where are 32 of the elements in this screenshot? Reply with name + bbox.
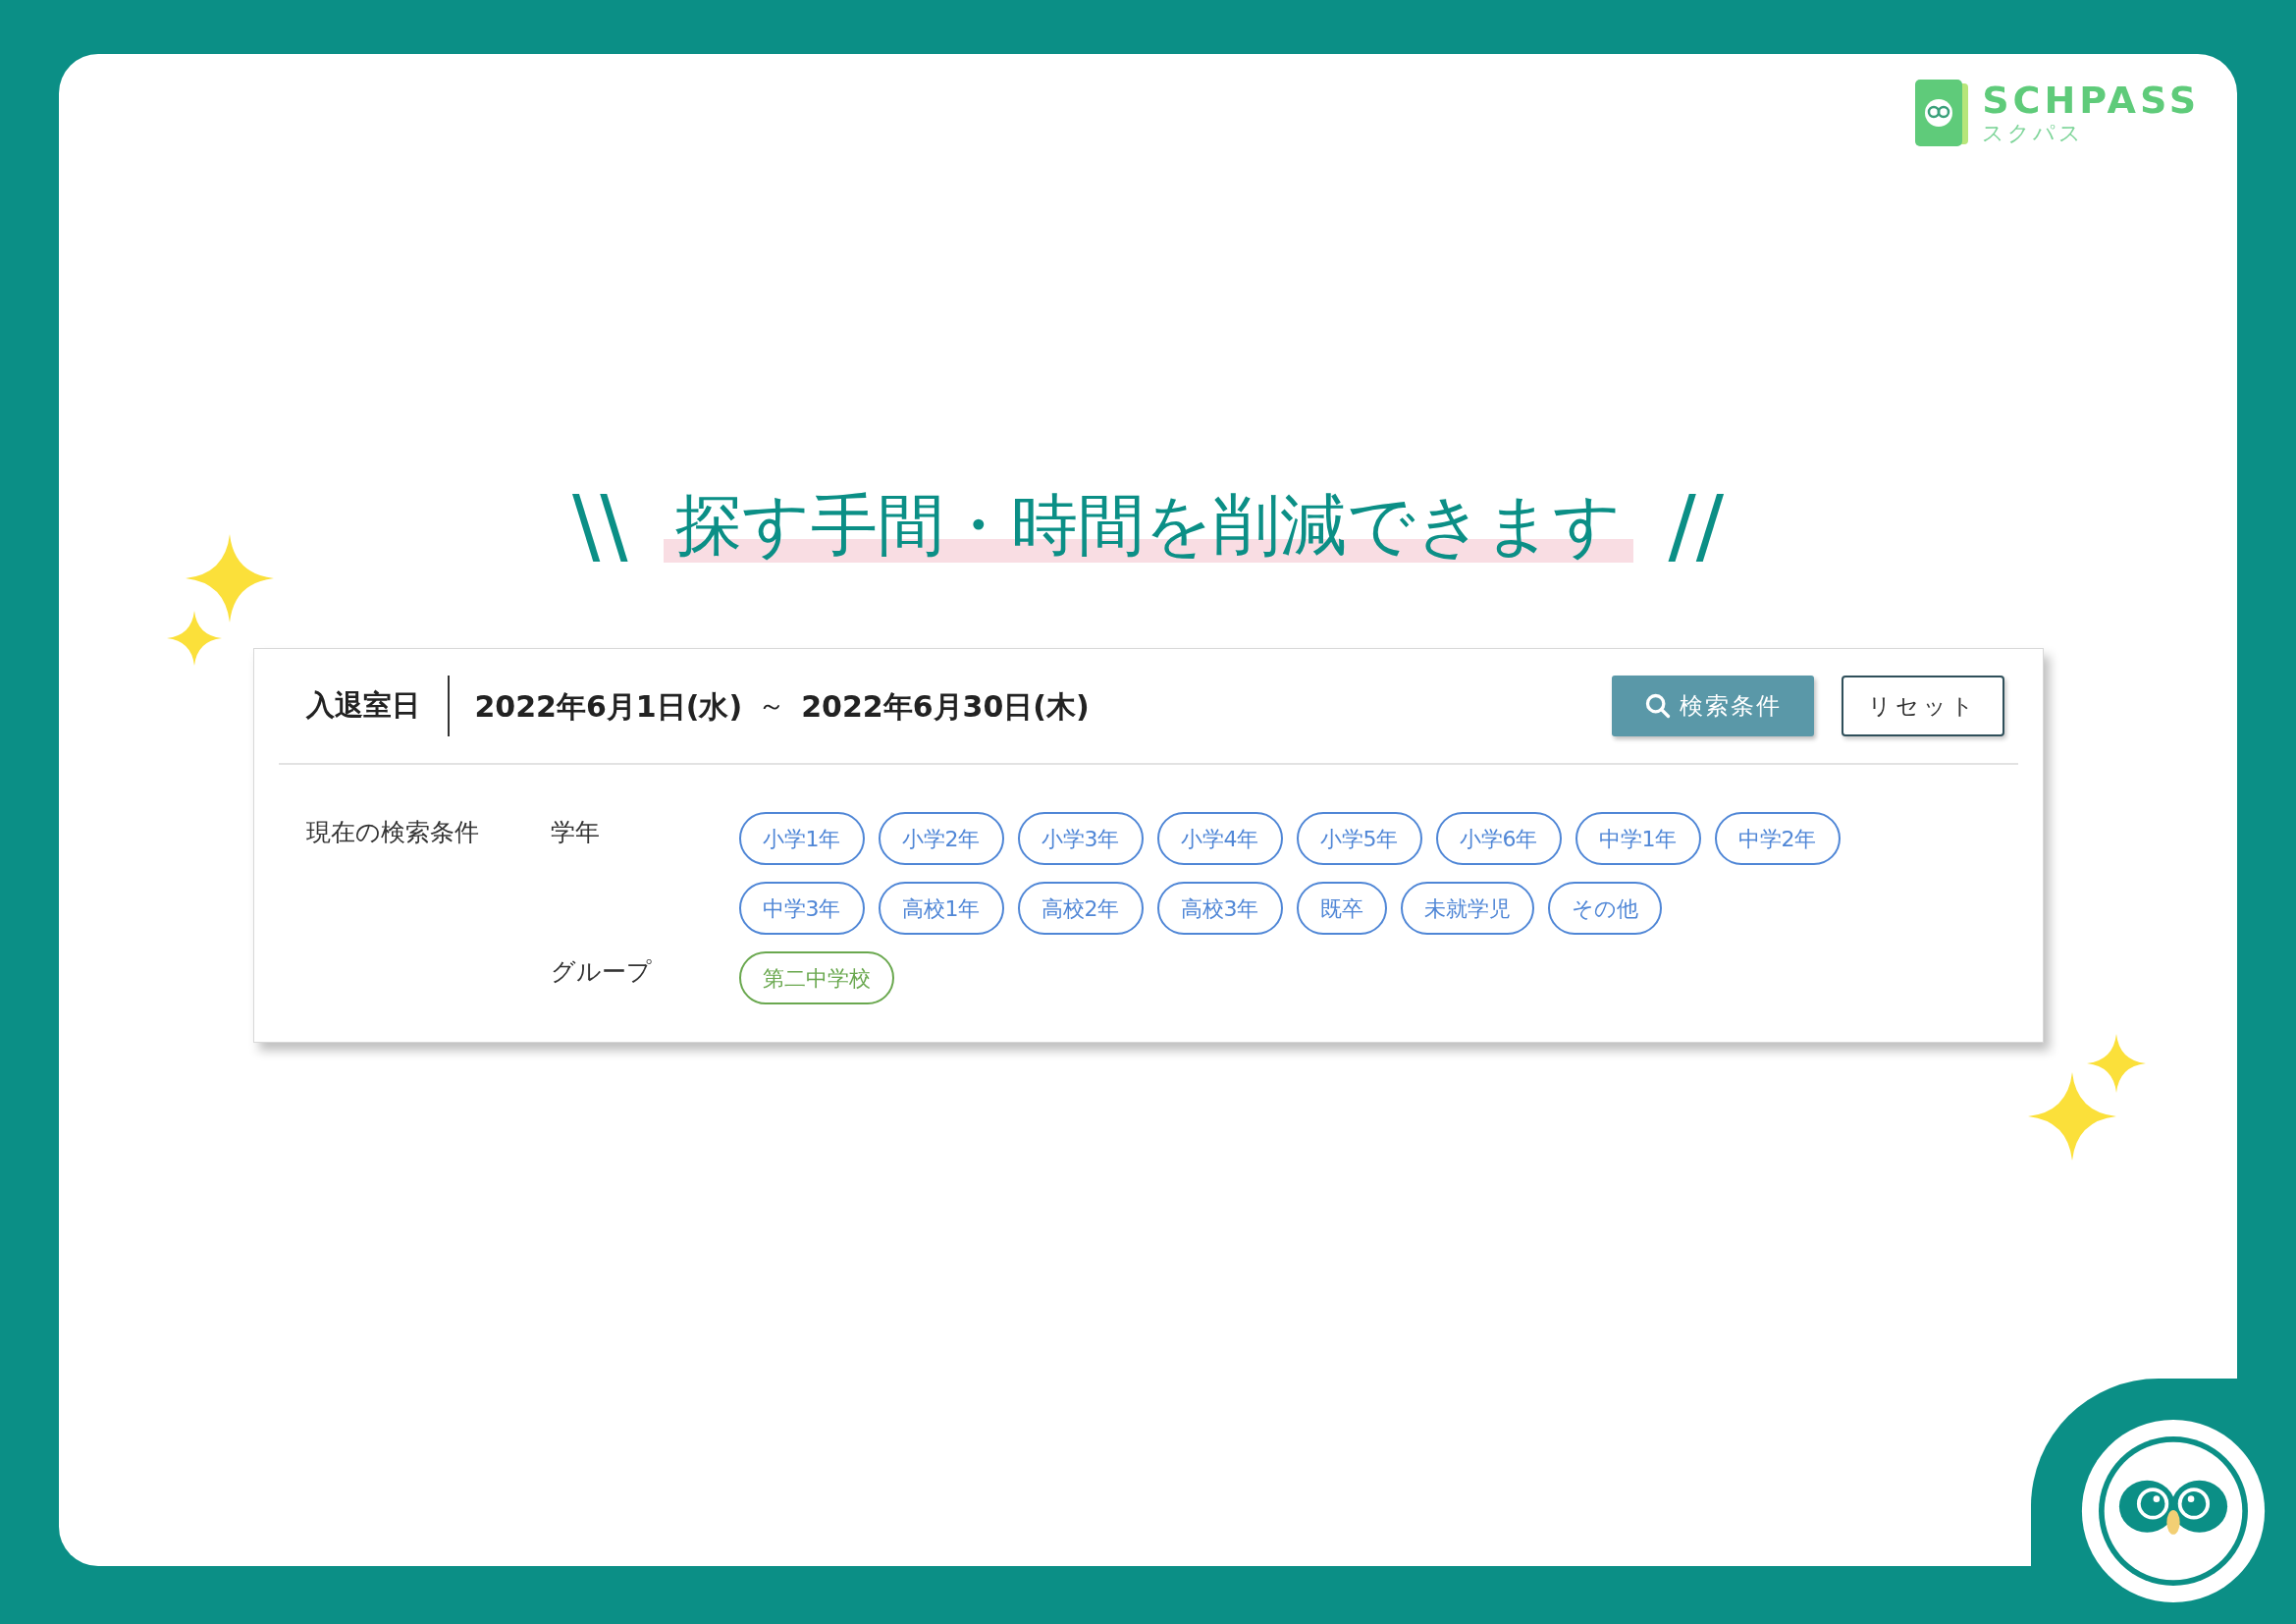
reset-button[interactable]: リセット — [1841, 676, 2004, 737]
filter-tag: 小学5年 — [1296, 812, 1422, 866]
filter-label: グループ — [550, 956, 653, 989]
filter-label: 学年 — [550, 817, 601, 849]
filter-tag: 小学4年 — [1156, 812, 1283, 866]
filter-tag: 中学3年 — [738, 882, 865, 936]
filter-tag: 小学1年 — [738, 812, 865, 866]
filter-tag: 小学6年 — [1435, 812, 1562, 866]
filter-tag: 小学2年 — [878, 812, 1004, 866]
filter-tag: 中学1年 — [1575, 812, 1701, 866]
conditions-label: 現在の検索条件 — [304, 817, 480, 849]
logo-wordmark: SCHPASS — [1982, 81, 2200, 119]
filter-tag: その他 — [1547, 882, 1662, 936]
filter-tag: 高校2年 — [1017, 882, 1144, 936]
left-slash-mark: \\ — [570, 476, 629, 575]
logo-kana: スクパス — [1982, 123, 2086, 144]
filter-tag: 第二中学校 — [738, 951, 894, 1005]
date-label: 入退室日 — [304, 687, 421, 725]
headline: 探す手間・時間を削減できます — [663, 489, 1633, 563]
date-to: 2022年6月30日(木) — [801, 687, 1090, 726]
date-from: 2022年6月1日(水) — [474, 687, 743, 726]
owl-logo-icon — [2080, 1418, 2267, 1604]
filter-tag: 未就学児 — [1400, 882, 1534, 936]
filter-tag: 小学3年 — [1017, 812, 1144, 866]
range-separator: ～ — [758, 688, 786, 725]
right-slash-mark: // — [1667, 476, 1726, 575]
search-icon — [1643, 692, 1672, 721]
filter-tag: 高校1年 — [878, 882, 1004, 936]
filter-tag: 既卒 — [1296, 882, 1387, 936]
logo-icon — [1915, 78, 1971, 148]
filter-tag: 中学2年 — [1714, 812, 1841, 866]
filter-tag: 高校3年 — [1156, 882, 1283, 936]
